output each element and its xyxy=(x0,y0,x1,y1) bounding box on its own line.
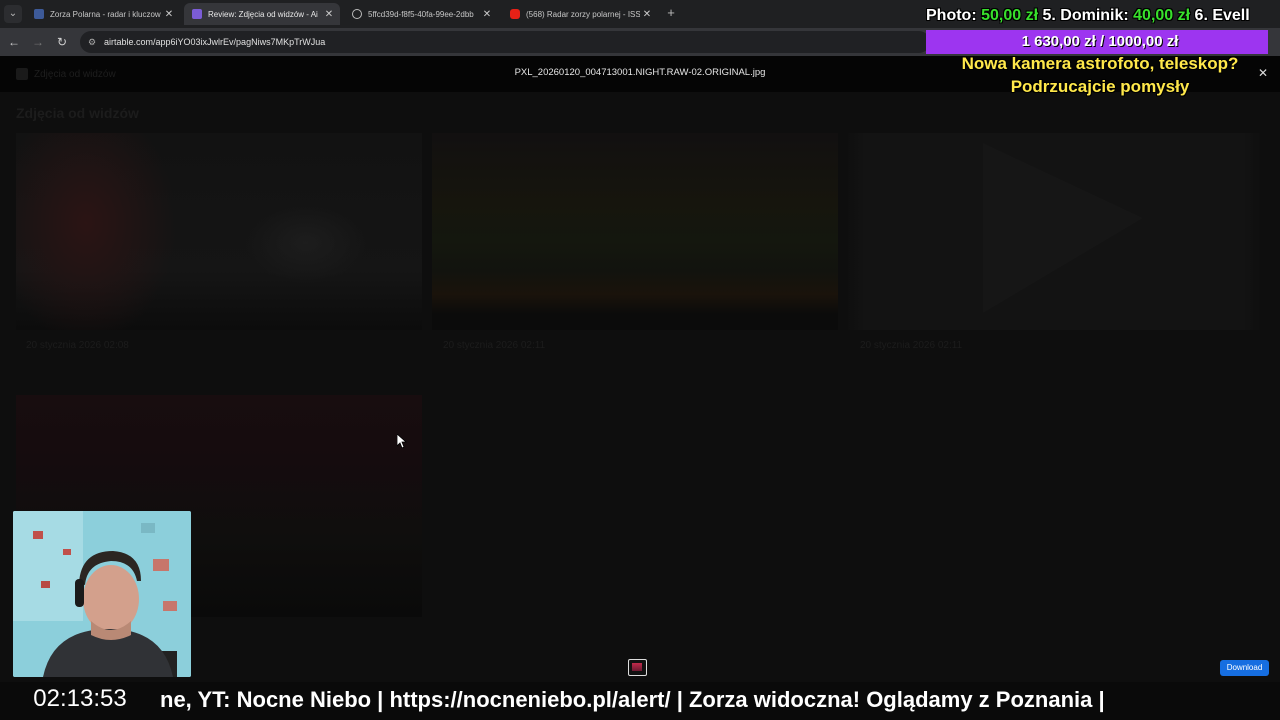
tab-title: 5ffcd39d-f8f5-40fa-99ee-2dbb xyxy=(368,9,474,19)
youtube-icon xyxy=(510,9,520,19)
airtable-icon xyxy=(34,9,44,19)
donation-goal-widget: Photo: 50,00 zł 5. Dominik: 40,00 zł 6. … xyxy=(926,6,1274,96)
download-button[interactable]: Download xyxy=(1220,660,1269,676)
tab-review-zdjecia[interactable]: Review: Zdjęcia od widzów - Ai ✕ xyxy=(184,3,340,25)
airtable-page: Zdjęcia od widzów PXL_20260120_004713001… xyxy=(0,56,1280,688)
ticker-text: ne, YT: Nocne Niebo | https://nocneniebo… xyxy=(160,687,1105,712)
reload-icon[interactable]: ↻ xyxy=(54,34,70,50)
tab-title: Review: Zdjęcia od widzów - Ai xyxy=(208,9,318,19)
close-icon[interactable]: ✕ xyxy=(322,9,336,20)
close-icon[interactable]: ✕ xyxy=(162,9,176,20)
url-text: airtable.com/app6iYO03ixJwlrEv/pagNiws7M… xyxy=(104,37,326,47)
goal-amount: 1 630,00 zł / 1000,00 zł xyxy=(1021,33,1179,50)
webcam-image xyxy=(13,511,191,677)
airtable-icon xyxy=(192,9,202,19)
donor-label: 6. Evell xyxy=(1190,7,1250,24)
donor-amount: 50,00 zł xyxy=(981,7,1039,24)
gallery-card-photo[interactable] xyxy=(432,133,838,330)
tab-zorza-polarna[interactable]: Zorza Polarna - radar i kluczow ✕ xyxy=(26,3,180,25)
donor-amount: 40,00 zł xyxy=(1133,7,1191,24)
donor-label: 5. Dominik: xyxy=(1038,7,1134,24)
aurora-photo-thumbnail xyxy=(432,133,838,330)
donor-label: Photo: xyxy=(926,7,982,24)
tab-uuid-page[interactable]: 5ffcd39d-f8f5-40fa-99ee-2dbb ✕ xyxy=(344,3,498,25)
goal-text-line: Podrzucajcie pomysły xyxy=(1010,77,1190,96)
gallery-card-photo[interactable] xyxy=(16,133,422,330)
tab-title: Zorza Polarna - radar i kluczow xyxy=(50,9,161,19)
close-icon[interactable]: ✕ xyxy=(640,9,654,20)
address-bar[interactable]: ⚙ airtable.com/app6iYO03ixJwlrEv/pagNiws… xyxy=(80,31,930,53)
back-arrow-icon[interactable]: ← xyxy=(6,34,22,50)
tab-title: (568) Radar zorzy polarnej - ISS xyxy=(526,9,640,19)
forward-arrow-icon[interactable]: → xyxy=(30,34,46,50)
aurora-photo-thumbnail xyxy=(16,133,422,330)
mouse-cursor-icon xyxy=(397,434,407,448)
gallery-title: Zdjęcia od widzów xyxy=(16,105,139,121)
play-icon xyxy=(983,143,1143,313)
new-tab-icon[interactable]: + xyxy=(664,5,678,21)
stream-bottom-bar: 02:13:53 ne, YT: Nocne Niebo | https://n… xyxy=(0,682,1280,720)
gallery-card-video[interactable] xyxy=(848,133,1260,330)
close-icon[interactable]: ✕ xyxy=(480,9,494,20)
news-ticker: ne, YT: Nocne Niebo | https://nocneniebo… xyxy=(160,682,1280,720)
goal-text-line: Nowa kamera astrofoto, teleskop? xyxy=(961,54,1239,73)
card-date: 20 stycznia 2026 02:08 xyxy=(26,340,129,351)
top-donors-ticker: Photo: 50,00 zł 5. Dominik: 40,00 zł 6. … xyxy=(926,7,1274,29)
card-date: 20 stycznia 2026 02:11 xyxy=(860,340,963,351)
tab-youtube-radar[interactable]: (568) Radar zorzy polarnej - ISS ✕ xyxy=(502,3,658,25)
site-settings-icon[interactable]: ⚙ xyxy=(88,37,98,47)
globe-icon xyxy=(352,9,362,19)
card-date: 20 stycznia 2026 02:11 xyxy=(443,340,546,351)
thumbnail-strip-item[interactable] xyxy=(628,659,647,676)
tab-search-icon[interactable]: ⌄ xyxy=(4,5,22,23)
stream-clock: 02:13:53 xyxy=(33,685,127,712)
streamer-webcam xyxy=(13,511,191,677)
goal-description: Nowa kamera astrofoto, teleskop? Podrzuc… xyxy=(926,52,1274,98)
